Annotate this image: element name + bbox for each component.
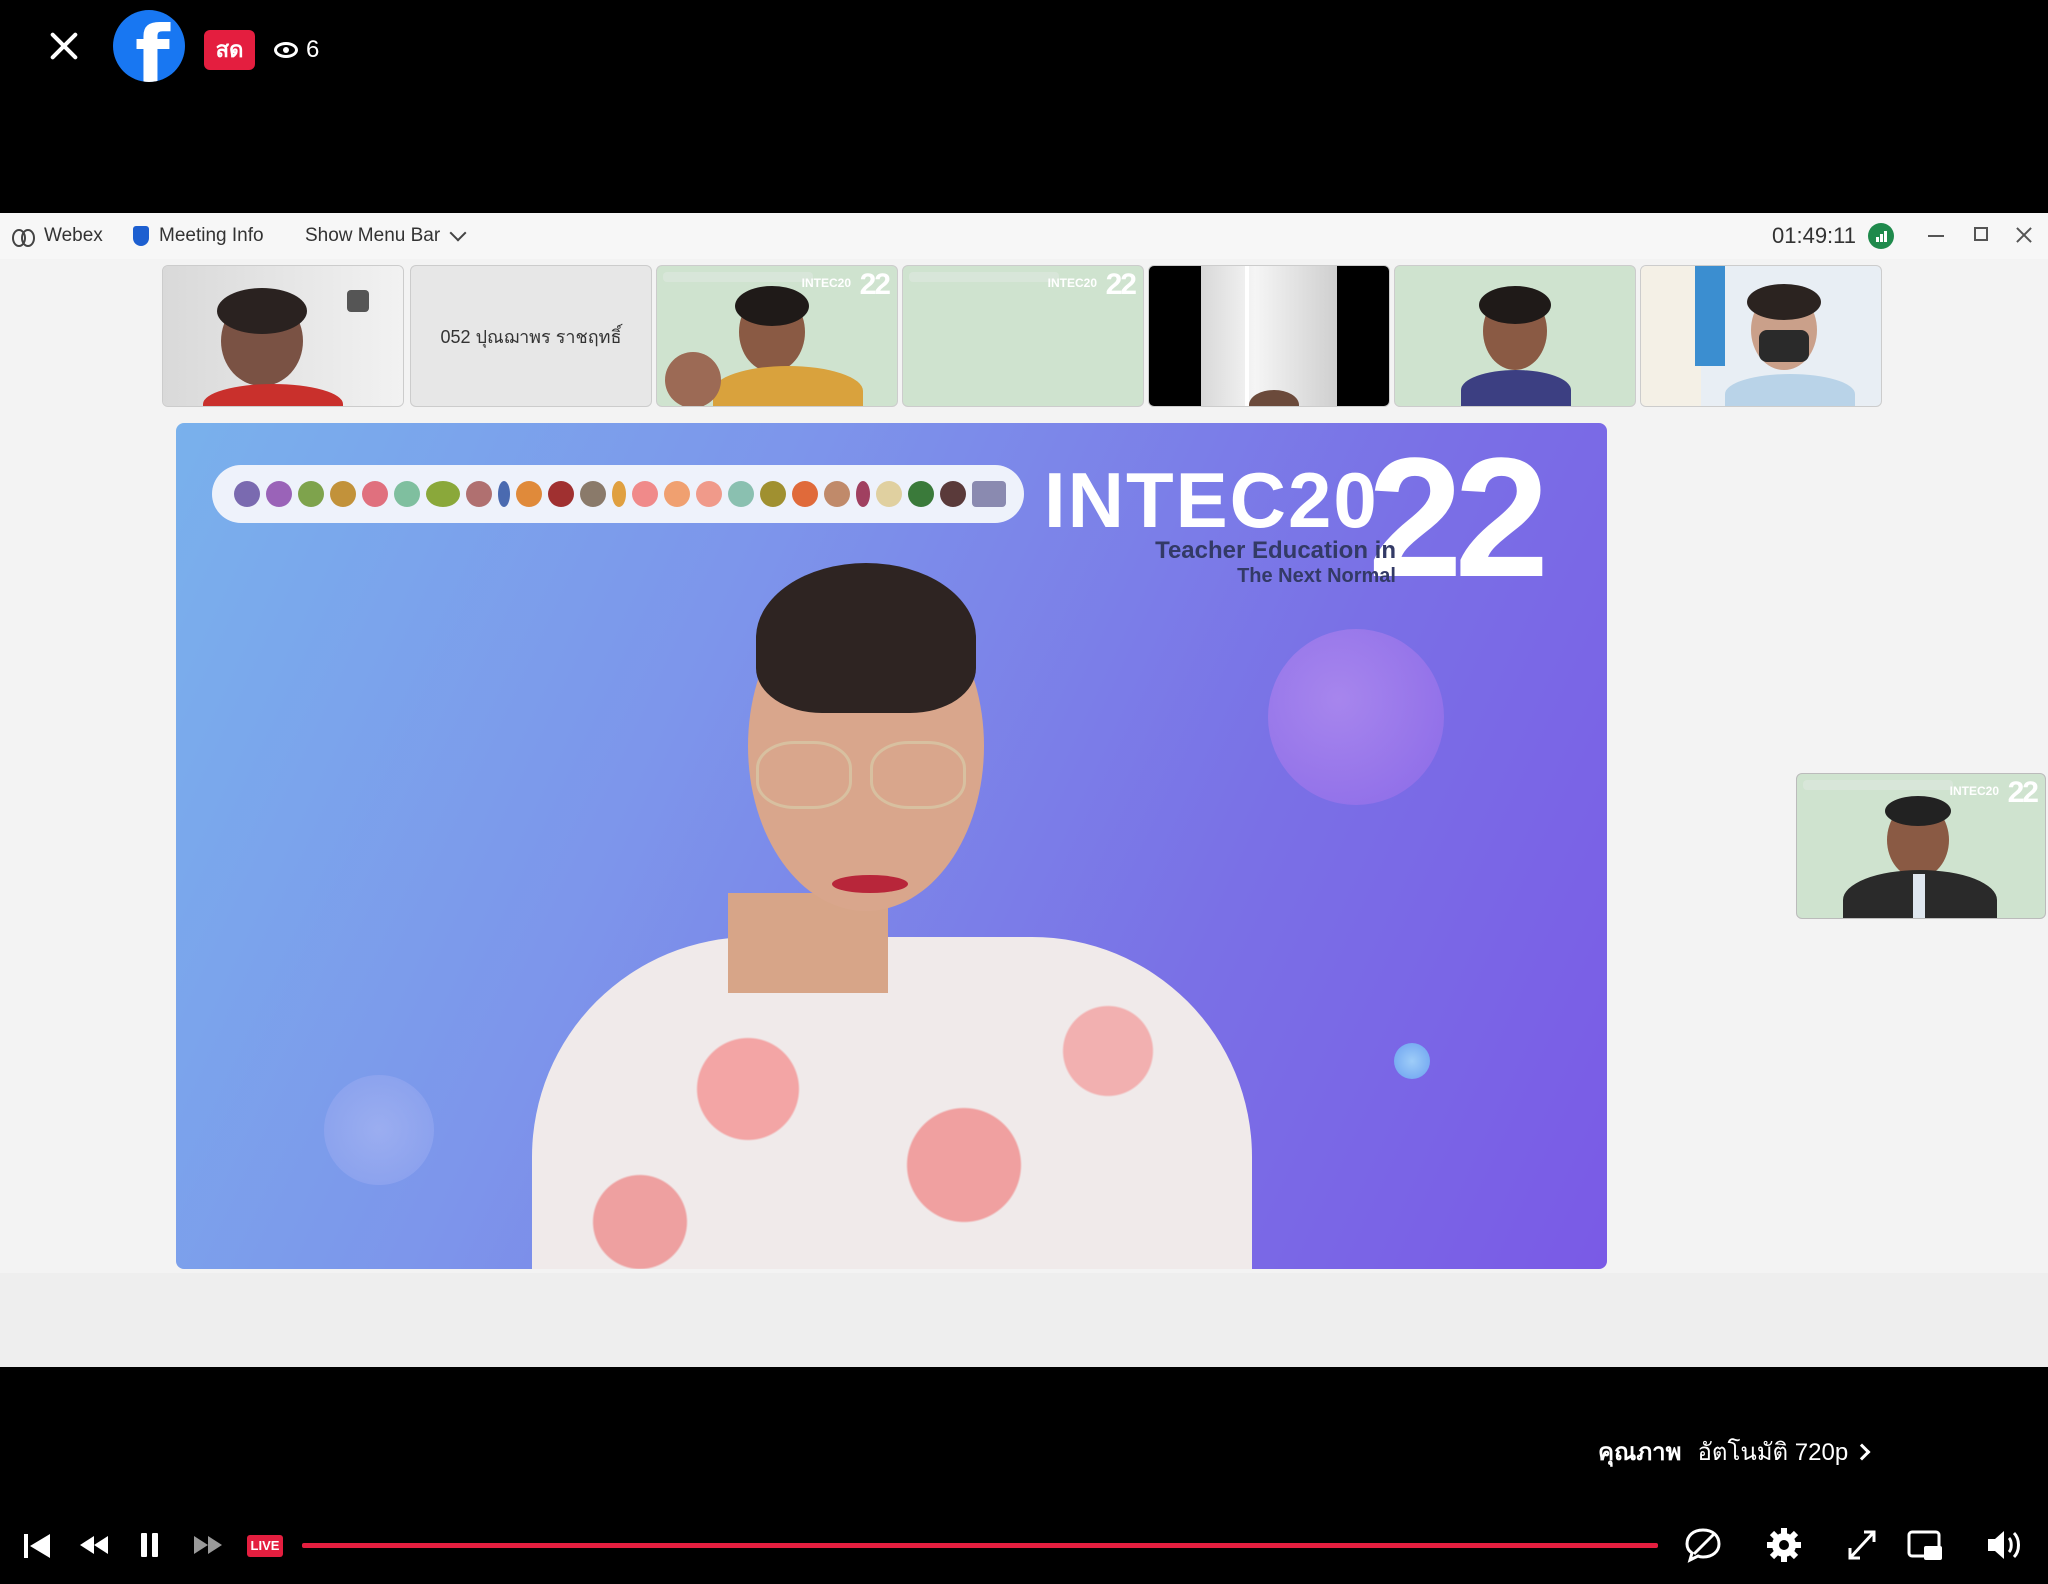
university-seal-icon — [234, 481, 260, 507]
university-seal-icon — [664, 481, 690, 507]
participant-tile[interactable]: INTEC20 22 — [902, 265, 1144, 407]
university-seal-icon — [908, 481, 934, 507]
show-menu-bar-label: Show Menu Bar — [305, 225, 441, 246]
window-close-icon[interactable] — [2014, 225, 2034, 245]
university-seal-icon — [466, 481, 492, 507]
university-seal-icon — [760, 481, 786, 507]
webex-icon — [12, 229, 35, 247]
meeting-elapsed-time: 01:49:11 — [1772, 223, 1857, 248]
fast-forward-icon[interactable] — [192, 1520, 224, 1570]
rewind-icon[interactable] — [78, 1520, 110, 1570]
quality-selector[interactable]: คุณภาพ อัตโนมัติ 720p — [1598, 1432, 1871, 1471]
university-seal-icon — [940, 481, 966, 507]
university-seal-icon — [266, 481, 292, 507]
show-menu-bar-button[interactable]: Show Menu Bar — [305, 224, 467, 247]
viewer-count-value: 6 — [306, 36, 320, 63]
university-seal-icon — [426, 481, 460, 507]
participant-tile[interactable]: INTEC20 22 — [656, 265, 898, 407]
university-seal-icon — [362, 481, 388, 507]
chevron-down-icon — [449, 224, 467, 242]
university-seal-icon — [330, 481, 356, 507]
conference-subtitle-line2: The Next Normal — [1237, 565, 1396, 587]
restore-icon[interactable] — [1974, 227, 1988, 241]
live-indicator[interactable]: LIVE — [247, 1535, 283, 1557]
active-speaker-view[interactable]: INTEC20 22 Teacher Education in The Next… — [176, 423, 1607, 1269]
participant-tile[interactable]: 052 ปุณฌาพร ราชฤทธิ์ — [410, 265, 652, 407]
university-seal-icon — [394, 481, 420, 507]
player-top-bar: f สด 6 — [0, 0, 2048, 100]
chevron-right-icon — [1853, 1443, 1871, 1460]
university-seal-icon — [728, 481, 754, 507]
university-seal-icon — [824, 481, 850, 507]
university-seal-icon — [632, 481, 658, 507]
university-seal-icon — [972, 481, 1006, 507]
participant-name: 052 ปุณฌาพร ราชฤทธิ์ — [440, 327, 622, 347]
shield-icon — [133, 226, 149, 246]
picture-in-picture-icon[interactable] — [1906, 1520, 1946, 1570]
university-seal-icon — [498, 481, 510, 507]
university-seal-icon — [548, 481, 574, 507]
participant-tile[interactable] — [162, 265, 404, 407]
eye-icon — [274, 42, 298, 58]
background-bubble — [1394, 1043, 1430, 1079]
self-view-tile[interactable]: INTEC20 22 — [1796, 773, 2046, 919]
webex-app-label: Webex — [12, 225, 103, 247]
skip-back-icon[interactable] — [22, 1520, 52, 1570]
conference-subtitle-line1: Teacher Education in — [1155, 537, 1396, 564]
meeting-info-label: Meeting Info — [159, 225, 264, 246]
live-video[interactable]: Webex Meeting Info Show Menu Bar 01:49:1… — [0, 213, 2048, 1367]
webex-app-name: Webex — [44, 225, 103, 246]
settings-gear-icon[interactable] — [1764, 1520, 1804, 1570]
facebook-logo-icon[interactable]: f — [113, 10, 185, 82]
network-signal-icon[interactable] — [1868, 223, 1894, 249]
university-seal-icon — [580, 481, 606, 507]
comments-off-icon[interactable] — [1684, 1520, 1722, 1570]
webex-title-bar: Webex Meeting Info Show Menu Bar 01:49:1… — [0, 213, 2048, 259]
pause-icon[interactable] — [138, 1520, 162, 1570]
meeting-info-button[interactable]: Meeting Info — [133, 225, 264, 247]
minimize-icon[interactable] — [1928, 235, 1944, 237]
volume-icon[interactable] — [1984, 1520, 2024, 1570]
live-progress-bar[interactable] — [302, 1543, 1658, 1548]
university-seal-icon — [516, 481, 542, 507]
player-controls: LIVE — [0, 1520, 2048, 1580]
conference-title: INTEC20 — [1044, 456, 1379, 544]
close-icon[interactable] — [44, 26, 84, 66]
live-badge: สด — [204, 30, 255, 70]
participant-tile[interactable] — [1394, 265, 1636, 407]
university-seal-icon — [876, 481, 902, 507]
institution-logos-strip — [212, 465, 1024, 523]
background-bubble — [1268, 629, 1444, 805]
participant-tile[interactable] — [1640, 265, 1882, 407]
university-seal-icon — [856, 481, 870, 507]
university-seal-icon — [298, 481, 324, 507]
fullscreen-icon[interactable] — [1844, 1520, 1880, 1570]
participant-tile[interactable] — [1148, 265, 1390, 407]
university-seal-icon — [696, 481, 722, 507]
facebook-live-player: f สด 6 Webex Meeting Info Show Menu Bar … — [0, 0, 2048, 1584]
university-seal-icon — [792, 481, 818, 507]
viewer-count: 6 — [274, 34, 319, 66]
quality-label: คุณภาพ — [1598, 1439, 1682, 1466]
background-bubble — [324, 1075, 434, 1185]
webex-bottom-area — [0, 1273, 2048, 1367]
university-seal-icon — [612, 481, 626, 507]
quality-value: อัตโนมัติ 720p — [1697, 1439, 1849, 1466]
